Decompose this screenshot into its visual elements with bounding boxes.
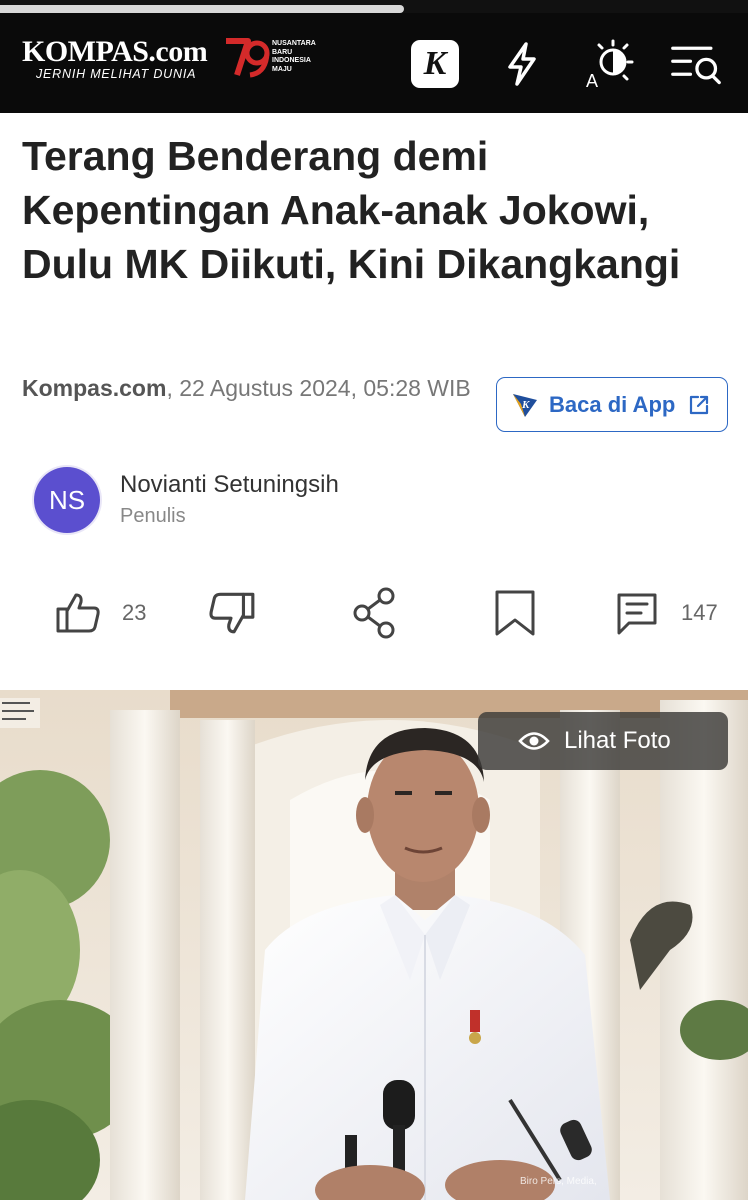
view-photo-button[interactable]: Lihat Foto	[478, 712, 728, 770]
anniversary-79-icon	[226, 38, 270, 78]
share-button[interactable]	[351, 585, 399, 641]
article-datetime: , 22 Agustus 2024, 05:28 WIB	[166, 375, 471, 401]
thumbs-up-icon	[56, 593, 100, 633]
anniversary-tagline: NUSANTARA BARU INDONESIA MAJU	[272, 40, 316, 73]
article-title: Terang Benderang demi Kepentingan Anak-a…	[22, 133, 681, 287]
reading-progress-fill	[0, 5, 404, 13]
site-header: KOMPAS.com JERNIH MELIHAT DUNIA NUSANTAR…	[0, 13, 748, 113]
author-role: Penulis	[120, 505, 186, 527]
bolt-icon[interactable]	[496, 38, 548, 90]
svg-text:K: K	[521, 399, 530, 411]
bookmark-button[interactable]	[492, 585, 538, 641]
like-count: 23	[122, 600, 147, 625]
k-app-icon[interactable]: K	[409, 38, 461, 90]
dislike-button[interactable]	[207, 585, 257, 641]
logo-tagline: JERNIH MELIHAT DUNIA	[36, 67, 197, 81]
like-button[interactable]: 23	[54, 585, 146, 641]
thumbs-down-icon	[209, 592, 255, 634]
k-app-letter: K	[411, 40, 459, 88]
logo-wordmark: KOMPAS.com	[22, 35, 208, 68]
external-link-icon	[690, 395, 709, 414]
author-avatar[interactable]: NS	[34, 467, 100, 533]
reading-progress-track	[0, 0, 748, 13]
open-in-app-label: Baca di App	[549, 391, 676, 417]
kompas-logo[interactable]: KOMPAS.com JERNIH MELIHAT DUNIA NUSANTAR…	[22, 35, 322, 95]
comment-button[interactable]: 147	[613, 585, 718, 641]
article-meta: Kompas.com, 22 Agustus 2024, 05:28 WIB	[22, 372, 482, 405]
kompas-app-icon: K	[513, 393, 537, 417]
view-photo-label: Lihat Foto	[564, 727, 671, 754]
open-in-app-button[interactable]: K Baca di App	[496, 377, 728, 432]
comment-icon	[617, 593, 657, 635]
eye-icon	[518, 732, 550, 750]
theme-toggle-icon[interactable]: A	[583, 38, 635, 90]
theme-icon-letter: A	[586, 71, 598, 90]
photo-watermark: Biro Pers, Media,	[520, 1176, 597, 1187]
article-source[interactable]: Kompas.com	[22, 375, 166, 401]
comment-count: 147	[681, 600, 718, 625]
bookmark-icon	[495, 590, 535, 636]
menu-search-icon[interactable]	[670, 38, 722, 90]
author-name[interactable]: Novianti Setuningsih	[120, 471, 339, 499]
share-icon	[353, 587, 395, 639]
